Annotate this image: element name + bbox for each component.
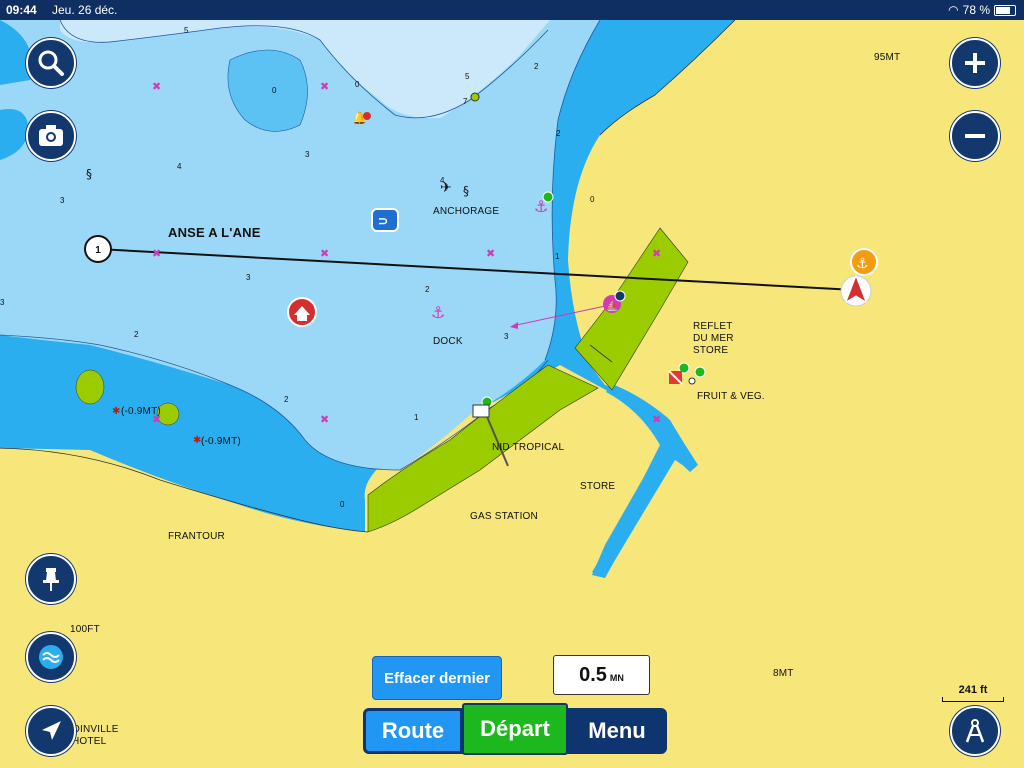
compass-button[interactable] bbox=[950, 706, 1000, 756]
rock-label: (-0.9MT) bbox=[201, 436, 241, 447]
sounding: 3 bbox=[60, 196, 65, 205]
place-label-anse-a-lane: ANSE A L'ANE bbox=[168, 225, 261, 240]
sounding: 1 bbox=[555, 252, 560, 261]
battery-icon bbox=[994, 4, 1016, 16]
marina-callout-glyph: ⊃ bbox=[378, 214, 388, 228]
route-distance-display: 0.5 MN bbox=[553, 655, 650, 695]
place-label-reflet: DU MER bbox=[693, 333, 734, 344]
islet-1 bbox=[75, 369, 105, 405]
sounding: 2 bbox=[134, 330, 139, 339]
status-date: Jeu. 26 déc. bbox=[52, 3, 118, 17]
wifi-icon: ◠ bbox=[948, 3, 959, 17]
sounding: 4 bbox=[440, 176, 445, 185]
svg-text:✖: ✖ bbox=[152, 80, 161, 93]
place-label-reflet: REFLET bbox=[693, 321, 733, 332]
sounding: 0 bbox=[355, 80, 360, 89]
marina-icon-glyph: ⛵ bbox=[606, 299, 618, 312]
sounding: 4 bbox=[177, 162, 182, 171]
anchor-icon: ⚓ bbox=[431, 303, 445, 322]
place-label-frantour: FRANTOUR bbox=[168, 531, 225, 542]
svg-text:✖: ✖ bbox=[652, 247, 661, 260]
svg-text:✖: ✖ bbox=[152, 247, 161, 260]
pin-icon bbox=[43, 568, 59, 591]
sounding: 2 bbox=[556, 129, 561, 138]
small-buoy-icon bbox=[688, 377, 696, 385]
rock-label: (-0.9MT) bbox=[121, 406, 161, 417]
svg-text:✖: ✖ bbox=[320, 413, 329, 426]
sounding: 5 bbox=[184, 26, 189, 35]
zoom-in-button[interactable] bbox=[950, 38, 1000, 88]
scale-bar: 241 ft bbox=[942, 684, 1004, 702]
height-label-8mt: 8MT bbox=[773, 668, 794, 679]
depart-button[interactable]: Départ bbox=[462, 703, 568, 755]
sounding: 3 bbox=[246, 273, 251, 282]
menu-button[interactable]: Menu bbox=[567, 708, 667, 754]
status-bar: 09:44 Jeu. 26 déc. ◠ 78 % bbox=[0, 0, 1024, 20]
compass-icon bbox=[965, 719, 985, 743]
erase-last-button[interactable]: Effacer dernier bbox=[372, 656, 502, 700]
svg-text:✖: ✖ bbox=[320, 247, 329, 260]
sounding: 0 bbox=[272, 86, 277, 95]
scale-unit: ft bbox=[980, 684, 988, 696]
battery-text: 78 % bbox=[962, 3, 990, 17]
route-button[interactable]: Route bbox=[363, 708, 463, 754]
fuel-icon bbox=[472, 404, 490, 418]
place-label-gas-station: GAS STATION bbox=[470, 511, 538, 522]
sounding: 0 bbox=[590, 195, 595, 204]
rock-icon: ✱ bbox=[112, 406, 120, 417]
height-label-95mt: 95MT bbox=[874, 52, 901, 63]
tide-icon bbox=[39, 645, 63, 669]
sounding: 2 bbox=[534, 62, 539, 71]
sounding: 1 bbox=[414, 413, 419, 422]
camera-icon bbox=[39, 125, 63, 146]
nautical-chart-map[interactable]: 1 ✖ ✖✖ ✖ ✖ ✖✖ ✖ ✖ ⚓ ⚓ ⛵ ⚓ ⊃ ✈ 🔔 ✱ ✱ § § bbox=[0, 0, 1024, 768]
tide-layer-button[interactable] bbox=[26, 632, 76, 682]
waypoint-1-label: 1 bbox=[95, 245, 101, 256]
place-label-oinville: OINVILLE bbox=[72, 724, 119, 735]
place-label-nid-tropical: NID TROPICAL bbox=[492, 442, 565, 453]
sounding: 2 bbox=[284, 395, 289, 404]
sounding: 3 bbox=[305, 150, 310, 159]
sounding: 3 bbox=[504, 332, 509, 341]
kelp-icon: § bbox=[86, 167, 92, 181]
navigate-button[interactable] bbox=[26, 706, 76, 756]
place-label-anchorage: ANCHORAGE bbox=[433, 206, 500, 217]
add-marker-button[interactable] bbox=[26, 554, 76, 604]
sounding: 3 bbox=[0, 298, 5, 307]
info-badge-icon bbox=[614, 290, 626, 302]
anchor-alarm-glyph: ⚓ bbox=[856, 256, 869, 272]
place-label-dock: DOCK bbox=[433, 336, 463, 347]
status-right: ◠ 78 % bbox=[948, 3, 1016, 17]
status-time: 09:44 bbox=[6, 3, 37, 17]
zoom-in-icon bbox=[965, 53, 985, 73]
scale-bar-line bbox=[942, 697, 1004, 702]
place-label-reflet: STORE bbox=[693, 345, 729, 356]
svg-text:✖: ✖ bbox=[320, 80, 329, 93]
buoy-red-icon bbox=[363, 112, 371, 120]
sounding: 7 bbox=[463, 97, 468, 106]
search-icon bbox=[38, 50, 64, 76]
scale-value: 241 bbox=[958, 684, 977, 696]
sounding: 5 bbox=[465, 72, 470, 81]
navigate-icon bbox=[42, 721, 61, 740]
place-label-store: STORE bbox=[580, 481, 616, 492]
depth-label-100ft: 100FT bbox=[70, 624, 100, 635]
sounding: 2 bbox=[425, 285, 430, 294]
place-label-oinville: HOTEL bbox=[72, 736, 107, 747]
svg-text:✖: ✖ bbox=[486, 247, 495, 260]
svg-text:✖: ✖ bbox=[652, 413, 661, 426]
place-label-fruit-veg: FRUIT & VEG. bbox=[697, 391, 765, 402]
search-button[interactable] bbox=[26, 38, 76, 88]
kelp-icon: § bbox=[463, 184, 469, 198]
distance-value: 0.5 bbox=[579, 664, 607, 686]
camera-button[interactable] bbox=[26, 111, 76, 161]
sounding: 0 bbox=[340, 500, 345, 509]
zoom-out-button[interactable] bbox=[950, 111, 1000, 161]
zoom-out-icon bbox=[965, 134, 985, 138]
distance-unit: MN bbox=[609, 673, 624, 683]
